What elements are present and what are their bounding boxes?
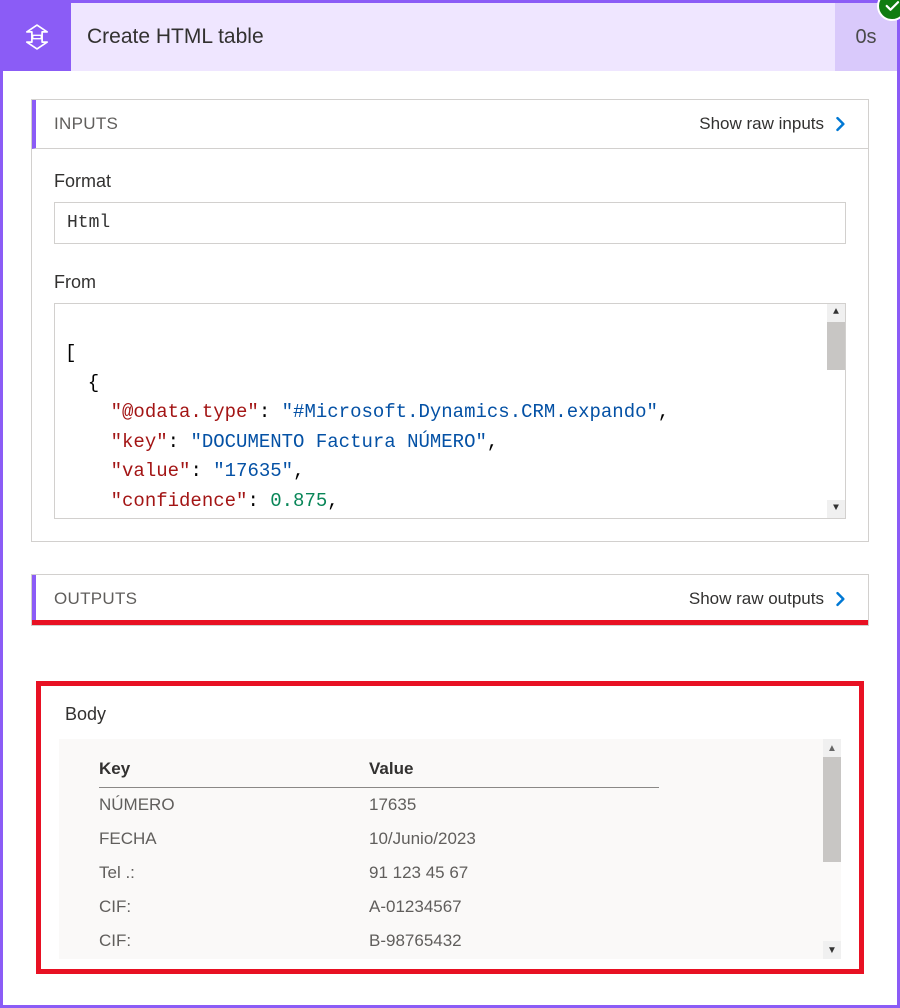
- outputs-panel-head: OUTPUTS Show raw outputs: [32, 575, 868, 624]
- action-icon-box: [3, 3, 71, 71]
- scroll-down-icon[interactable]: ▼: [823, 941, 841, 959]
- inputs-title: INPUTS: [54, 114, 118, 134]
- from-label: From: [54, 272, 846, 293]
- outputs-panel: OUTPUTS Show raw outputs: [31, 574, 869, 626]
- action-header: Create HTML table 0s: [3, 3, 897, 71]
- body-table: Key Value NÚMERO 17635 FECHA 10/Junio/20…: [99, 753, 659, 958]
- data-operation-icon: [20, 20, 54, 54]
- chevron-right-icon: [830, 589, 850, 609]
- body-table-container[interactable]: Key Value NÚMERO 17635 FECHA 10/Junio/20…: [59, 739, 841, 959]
- inputs-body: Format Html From [ { "@odata.type": "#Mi…: [32, 149, 868, 541]
- show-raw-inputs-button[interactable]: Show raw inputs: [699, 114, 850, 134]
- outputs-body-frame: Body Key Value NÚMERO 17635: [36, 681, 864, 974]
- table-row: FECHA 10/Junio/2023: [99, 822, 659, 856]
- format-value[interactable]: Html: [54, 202, 846, 244]
- inputs-panel: INPUTS Show raw inputs Format Html From …: [31, 99, 869, 542]
- table-row: Tel .: 91 123 45 67: [99, 856, 659, 890]
- scrollbar-thumb[interactable]: [823, 757, 841, 862]
- col-header-key: Key: [99, 753, 369, 788]
- check-icon: [883, 0, 900, 15]
- format-label: Format: [54, 171, 846, 192]
- body-label: Body: [65, 704, 841, 725]
- table-row: CIF: A-01234567: [99, 890, 659, 924]
- scrollbar-thumb[interactable]: [827, 322, 845, 370]
- scroll-down-icon[interactable]: ▼: [827, 500, 845, 518]
- outputs-title: OUTPUTS: [54, 589, 137, 609]
- inputs-panel-head: INPUTS Show raw inputs: [32, 100, 868, 149]
- outputs-body-highlight: [32, 620, 868, 625]
- chevron-right-icon: [830, 114, 850, 134]
- show-raw-outputs-button[interactable]: Show raw outputs: [689, 589, 850, 609]
- scroll-up-icon[interactable]: ▲: [827, 304, 845, 322]
- scroll-up-icon[interactable]: ▲: [823, 739, 841, 757]
- show-raw-outputs-label: Show raw outputs: [689, 589, 824, 609]
- from-json-box[interactable]: [ { "@odata.type": "#Microsoft.Dynamics.…: [54, 303, 846, 519]
- show-raw-inputs-label: Show raw inputs: [699, 114, 824, 134]
- action-title: Create HTML table: [71, 3, 835, 71]
- table-row: CIF: B-98765432: [99, 924, 659, 958]
- col-header-value: Value: [369, 753, 659, 788]
- table-row: NÚMERO 17635: [99, 788, 659, 823]
